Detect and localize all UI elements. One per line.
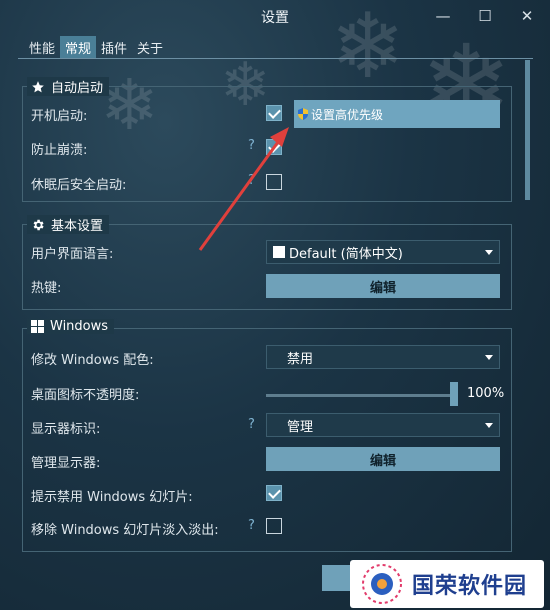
arrow-line — [198, 141, 280, 251]
arrow-head — [270, 127, 289, 147]
watermark-text: 国荣软件园 — [412, 574, 528, 599]
annotation-arrow — [198, 127, 289, 251]
watermark-logo — [362, 564, 402, 604]
site-watermark: 国荣软件园 — [350, 560, 544, 608]
